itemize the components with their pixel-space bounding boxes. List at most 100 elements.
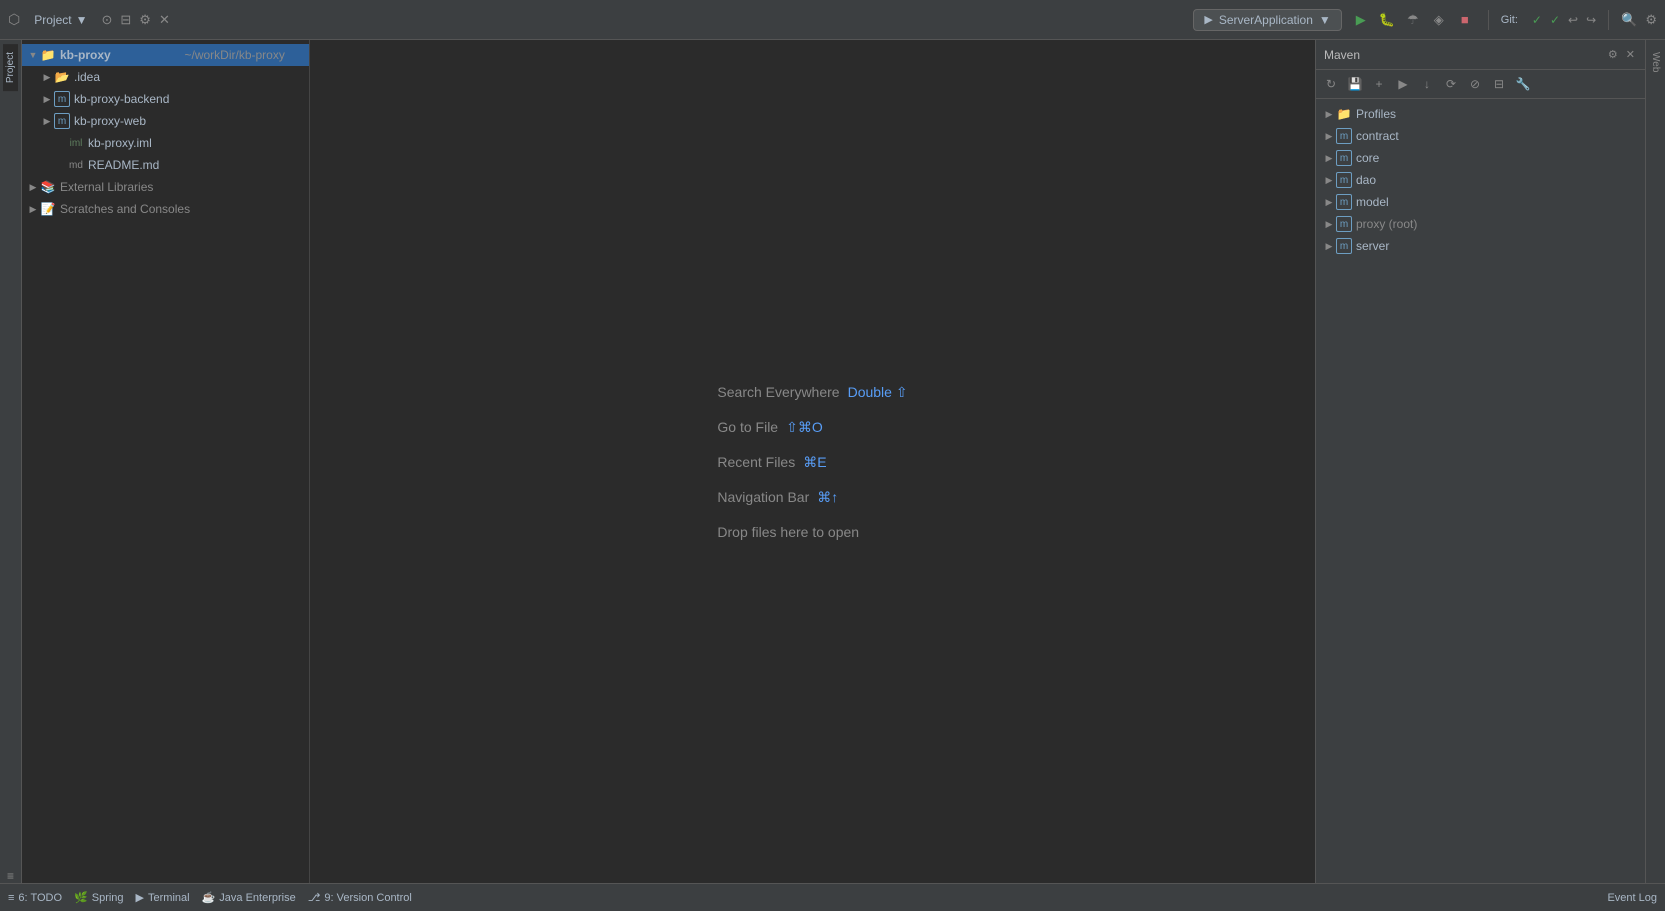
bottom-item-todo[interactable]: ≡ 6: TODO (8, 892, 62, 904)
server-module-icon: m (1336, 238, 1352, 254)
tree-item-iml[interactable]: iml kb-proxy.iml (22, 132, 309, 154)
maven-toolbar: ↻ 💾 + ▶ ↓ ⟳ ⊘ ⊟ 🔧 (1316, 70, 1645, 99)
maven-settings-icon[interactable]: ⚙ (1606, 46, 1620, 63)
redo-button[interactable]: ↪ (1586, 13, 1596, 27)
recent-files-label: Recent Files (717, 454, 795, 470)
maven-item-core[interactable]: m core (1316, 147, 1645, 169)
contract-arrow (1322, 131, 1336, 142)
vcs-label: 9: Version Control (324, 892, 411, 904)
web-label: kb-proxy-web (74, 114, 305, 128)
scratches-icon: 📝 (40, 201, 56, 217)
dao-label: dao (1356, 173, 1376, 187)
maven-title: Maven (1324, 48, 1606, 62)
maven-save-btn[interactable]: 💾 (1344, 73, 1366, 95)
web-arrow (40, 116, 54, 127)
bottom-item-enterprise[interactable]: ☕ Java Enterprise (202, 891, 296, 904)
search-everywhere-button[interactable]: 🔍 (1621, 12, 1637, 28)
top-toolbar: ⬡ Project ▼ ⊙ ⊟ ⚙ ✕ ▶ ServerApplication … (0, 0, 1665, 40)
bottom-item-terminal[interactable]: ▶ Terminal (136, 891, 190, 904)
undo-button[interactable]: ↩ (1568, 13, 1578, 27)
tree-item-scratches[interactable]: 📝 Scratches and Consoles (22, 198, 309, 220)
enterprise-label: Java Enterprise (219, 892, 295, 904)
bottom-item-event-log[interactable]: Event Log (1607, 892, 1657, 904)
todo-icon: ≡ (8, 892, 14, 904)
root-label: kb-proxy (60, 48, 181, 62)
dao-module-icon: m (1336, 172, 1352, 188)
shortcut-nav-bar: Navigation Bar ⌘↑ (717, 489, 838, 506)
idea-label: .idea (74, 70, 305, 84)
far-left-tab-project[interactable]: Project (3, 44, 18, 91)
maven-wrench-btn[interactable]: 🔧 (1512, 73, 1534, 95)
maven-run-btn[interactable]: ▶ (1392, 73, 1414, 95)
shortcut-go-to-file: Go to File ⇧⌘O (717, 419, 822, 436)
settings-main-button[interactable]: ⚙ (1645, 12, 1657, 28)
profile-button[interactable]: ◈ (1428, 9, 1450, 31)
project-tree: 📁 kb-proxy ~/workDir/kb-proxy 📂 .idea m … (22, 40, 309, 883)
stop-button[interactable]: ■ (1454, 9, 1476, 31)
recent-files-key: ⌘E (803, 454, 826, 471)
vcs-icon: ⎇ (308, 891, 321, 904)
model-arrow (1322, 197, 1336, 208)
shortcut-drop-files: Drop files here to open (717, 524, 859, 540)
far-left-structure-tab[interactable]: ≡ (5, 865, 16, 883)
search-everywhere-label: Search Everywhere (717, 384, 839, 400)
maven-item-contract[interactable]: m contract (1316, 125, 1645, 147)
server-label: server (1356, 239, 1389, 253)
nav-bar-key: ⌘↑ (817, 489, 838, 506)
drop-files-label: Drop files here to open (717, 524, 859, 540)
maven-header-icons: ⚙ ✕ (1606, 46, 1637, 63)
root-arrow (26, 50, 40, 60)
locate-file-icon[interactable]: ⊙ (101, 12, 112, 28)
maven-item-model[interactable]: m model (1316, 191, 1645, 213)
extlib-arrow (26, 182, 40, 193)
maven-item-profiles[interactable]: 📁 Profiles (1316, 103, 1645, 125)
contract-label: contract (1356, 129, 1399, 143)
backend-label: kb-proxy-backend (74, 92, 305, 106)
bottom-item-spring[interactable]: 🌿 Spring (74, 891, 124, 904)
collapse-all-icon[interactable]: ⊟ (120, 12, 131, 28)
close-sidebar-icon[interactable]: ✕ (159, 12, 170, 28)
maven-reload-btn[interactable]: ↻ (1320, 73, 1342, 95)
settings-icon[interactable]: ⚙ (139, 12, 151, 28)
maven-toggle-btn[interactable]: ⊟ (1488, 73, 1510, 95)
maven-item-server[interactable]: m server (1316, 235, 1645, 257)
coverage-button[interactable]: ☂ (1402, 9, 1424, 31)
tree-item-backend[interactable]: m kb-proxy-backend (22, 88, 309, 110)
maven-close-icon[interactable]: ✕ (1624, 46, 1637, 63)
core-module-icon: m (1336, 150, 1352, 166)
maven-add-btn[interactable]: + (1368, 73, 1390, 95)
far-left-tabs: Project ≡ (0, 40, 22, 883)
maven-item-proxy[interactable]: m proxy (root) (1316, 213, 1645, 235)
project-sidebar: 📁 kb-proxy ~/workDir/kb-proxy 📂 .idea m … (22, 40, 310, 883)
server-app-button[interactable]: ▶ ServerApplication ▼ (1193, 9, 1341, 31)
spring-icon: 🌿 (74, 891, 88, 904)
terminal-label: Terminal (148, 892, 190, 904)
contract-module-icon: m (1336, 128, 1352, 144)
backend-arrow (40, 94, 54, 105)
event-log-label: Event Log (1607, 892, 1657, 904)
bottom-item-vcs[interactable]: ⎇ 9: Version Control (308, 891, 412, 904)
maven-item-dao[interactable]: m dao (1316, 169, 1645, 191)
profiles-label: Profiles (1356, 107, 1396, 121)
run-button[interactable]: ▶ (1350, 9, 1372, 31)
idea-arrow (40, 72, 54, 83)
tree-item-idea[interactable]: 📂 .idea (22, 66, 309, 88)
git-status-icon: ✓ (1550, 13, 1560, 27)
maven-skip-tests-btn[interactable]: ⊘ (1464, 73, 1486, 95)
core-arrow (1322, 153, 1336, 164)
maven-lifecycle-btn[interactable]: ⟳ (1440, 73, 1462, 95)
tree-item-root[interactable]: 📁 kb-proxy ~/workDir/kb-proxy (22, 44, 309, 66)
tree-item-web[interactable]: m kb-proxy-web (22, 110, 309, 132)
nav-bar-label: Navigation Bar (717, 489, 809, 505)
right-tab-web[interactable]: Web (1648, 46, 1663, 78)
go-to-file-key: ⇧⌘O (786, 419, 823, 436)
terminal-icon: ▶ (136, 891, 144, 904)
tree-item-readme[interactable]: md README.md (22, 154, 309, 176)
shortcut-recent-files: Recent Files ⌘E (717, 454, 826, 471)
tree-item-ext-libs[interactable]: 📚 External Libraries (22, 176, 309, 198)
maven-download-btn[interactable]: ↓ (1416, 73, 1438, 95)
debug-button[interactable]: 🐛 (1376, 9, 1398, 31)
shortcut-search-everywhere: Search Everywhere Double ⇧ (717, 384, 907, 401)
extlib-icon: 📚 (40, 179, 56, 195)
project-dropdown[interactable]: Project ▼ (28, 10, 93, 30)
